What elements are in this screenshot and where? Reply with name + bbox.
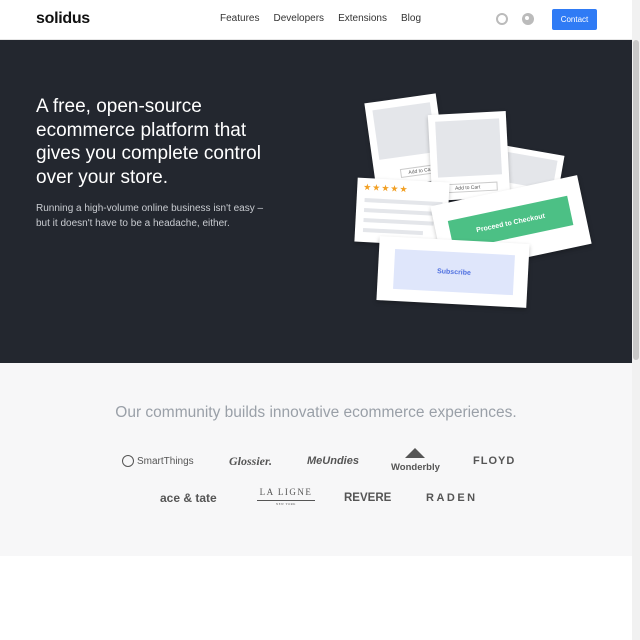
brand-label: SmartThings	[137, 455, 194, 467]
brand-label: Wonderbly	[391, 462, 440, 473]
brand-logo-glossier: Glossier.	[229, 454, 273, 468]
star-rating: ★★★★★	[362, 181, 409, 195]
review-line	[363, 218, 434, 226]
review-line	[364, 198, 443, 207]
product-image	[435, 118, 503, 178]
brand-sublabel: NEW YORK	[276, 502, 296, 506]
top-nav: solidus Features Developers Extensions B…	[0, 0, 632, 40]
divider	[257, 500, 315, 501]
smartthings-icon	[122, 455, 134, 467]
hero-headline: A free, open-source ecommerce platform t…	[36, 96, 261, 188]
github-icon[interactable]	[522, 13, 534, 25]
crown-icon	[405, 448, 425, 458]
subscribe-button: Subscribe	[393, 248, 515, 296]
brand-logo-revere: REVERE	[344, 492, 392, 504]
contact-button[interactable]: Contact	[552, 9, 597, 30]
brand-logo-raden: RADEN	[426, 492, 478, 504]
hero-subhead: Running a high-volume online business is…	[36, 203, 264, 229]
subscribe-card: Subscribe	[376, 236, 530, 308]
community-title: Our community builds innovative ecommerc…	[115, 404, 517, 421]
nav-link-features[interactable]: Features	[220, 13, 259, 24]
review-line	[362, 227, 424, 236]
page: solidus Features Developers Extensions B…	[0, 0, 640, 640]
scrollbar-thumb[interactable]	[633, 40, 639, 360]
brand-label: LA LIGNE	[259, 487, 313, 497]
brand-logo-la-ligne: LA LIGNE NEW YORK	[257, 487, 315, 506]
brand-logo-smartthings: SmartThings	[122, 455, 194, 467]
nav-link-extensions[interactable]: Extensions	[338, 13, 387, 24]
brand-logo-ace-and-tate: ace & tate	[160, 491, 217, 505]
product-image	[372, 102, 437, 160]
slack-icon[interactable]	[496, 13, 508, 25]
brand-logo-wonderbly: Wonderbly	[391, 448, 440, 473]
brand-logo-floyd: FLOYD	[473, 455, 516, 467]
nav-link-developers[interactable]: Developers	[273, 13, 324, 24]
brand-logo-meundies: MeUndies	[307, 455, 359, 467]
nav-link-blog[interactable]: Blog	[401, 13, 421, 24]
logo[interactable]: solidus	[36, 10, 90, 28]
nav-links: Features Developers Extensions Blog	[220, 13, 435, 24]
